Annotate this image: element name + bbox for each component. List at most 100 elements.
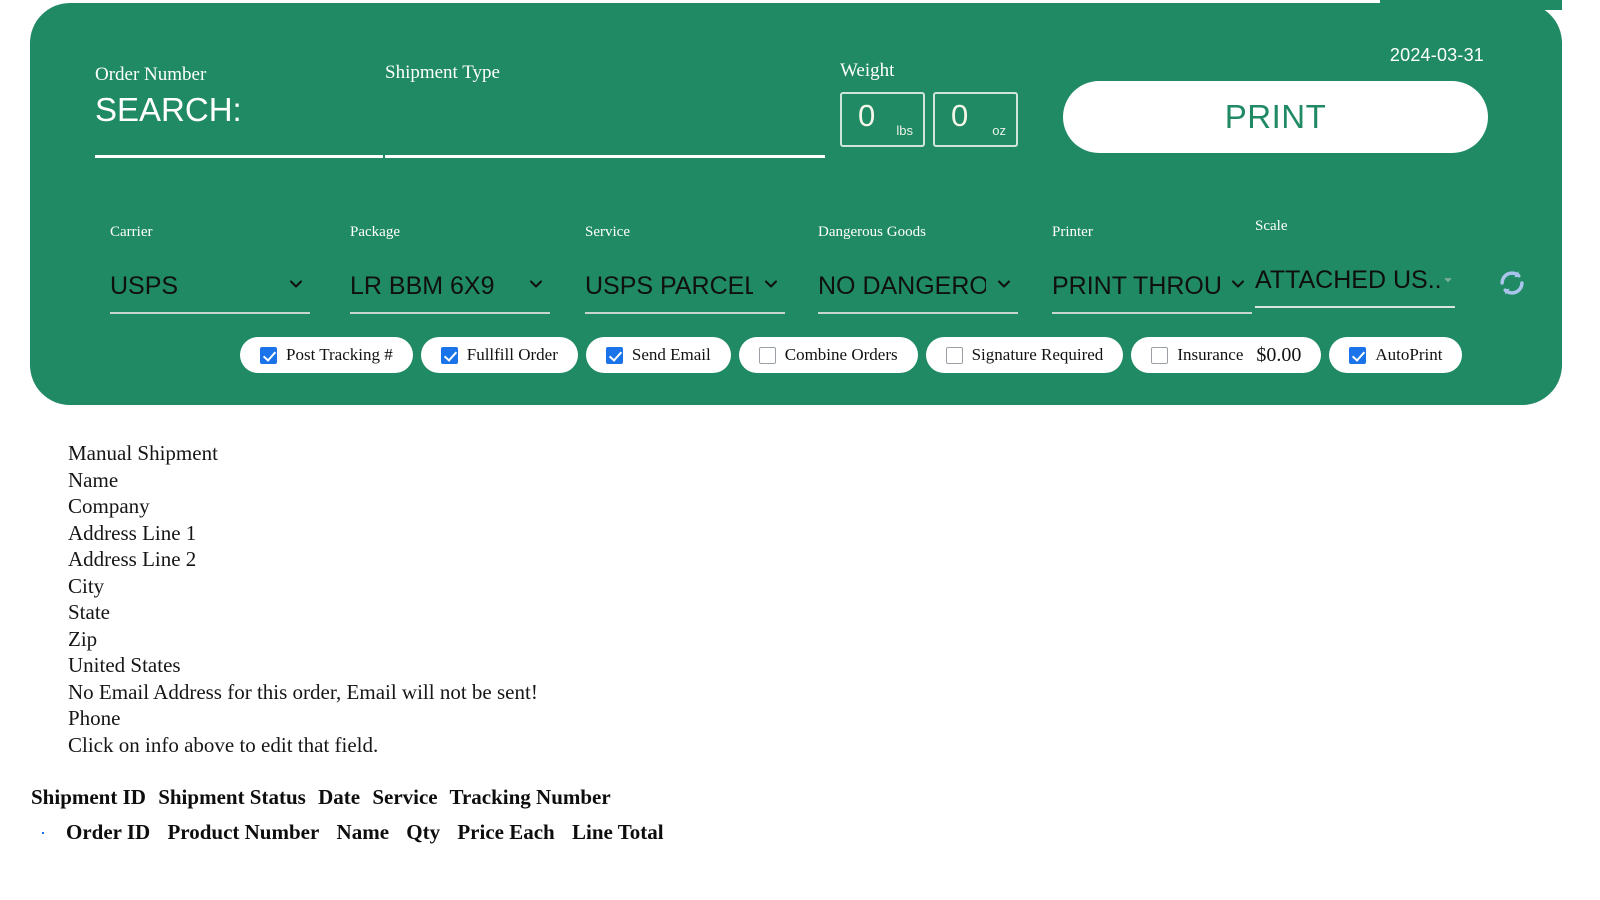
- service-dropdown-group: Service USPS PARCEL S: [585, 225, 785, 314]
- address-line[interactable]: Zip: [68, 626, 538, 653]
- order-number-underline: [95, 155, 383, 158]
- address-line[interactable]: Manual Shipment: [68, 440, 538, 467]
- dangerous-goods-label: Dangerous Goods: [818, 224, 926, 240]
- option-label: Insurance: [1177, 345, 1244, 364]
- chevron-down-small-icon: [1441, 273, 1457, 289]
- scale-value: ATTACHED US...: [1255, 266, 1441, 294]
- option-signature-required[interactable]: Signature Required: [925, 337, 1124, 373]
- weight-lbs-input[interactable]: 0 lbs: [840, 92, 925, 147]
- checkbox-checked-icon[interactable]: [605, 346, 623, 364]
- carrier-dropdown-group: Carrier USPS: [110, 224, 310, 314]
- options-pill-row: Post Tracking # Fullfill Order Send Emai…: [240, 337, 1463, 373]
- shipment-type-field[interactable]: Shipment Type: [385, 63, 825, 90]
- weight-oz-value: 0: [951, 98, 969, 133]
- address-line[interactable]: United States: [68, 652, 538, 679]
- option-post-tracking[interactable]: Post Tracking #: [240, 337, 413, 373]
- weight-oz-input[interactable]: 0 oz: [933, 92, 1018, 147]
- package-dropdown-group: Package LR BBM 6X9: [350, 224, 550, 314]
- printer-label: Printer: [1052, 224, 1093, 240]
- weight-lbs-value: 0: [858, 98, 876, 133]
- option-label: Signature Required: [971, 345, 1104, 364]
- column-header-date: Date: [318, 785, 361, 809]
- option-fullfill-order[interactable]: Fullfill Order: [420, 337, 578, 373]
- lineitem-table-header: Order ID Product Number Name Qty Price E…: [42, 820, 676, 845]
- order-number-label: Order Number: [95, 64, 207, 85]
- checkbox-unchecked-icon[interactable]: [1151, 346, 1169, 364]
- address-line[interactable]: Phone: [68, 705, 538, 732]
- option-label: Send Email: [631, 345, 711, 364]
- scale-dropdown-group: Scale ATTACHED US...: [1255, 218, 1457, 308]
- weight-oz-unit: oz: [992, 123, 1006, 138]
- column-header-price-each: Price Each: [457, 820, 555, 844]
- dropdown-row: Carrier USPS Package LR BBM 6X9 Service: [30, 219, 1562, 320]
- address-line[interactable]: State: [68, 599, 538, 626]
- service-value: USPS PARCEL S: [585, 272, 753, 300]
- chevron-down-icon: [1230, 276, 1246, 292]
- order-number-field[interactable]: Order Number SEARCH:: [95, 65, 385, 128]
- shipment-address-block: Manual Shipment Name Company Address Lin…: [68, 440, 538, 758]
- refresh-scale-icon[interactable]: [1498, 269, 1526, 297]
- date-stamp: 2024-03-31: [1389, 45, 1484, 65]
- service-underline: [585, 312, 785, 314]
- chevron-down-icon: [528, 276, 544, 292]
- carrier-value: USPS: [110, 272, 179, 300]
- shipment-type-label: Shipment Type: [385, 62, 500, 83]
- dangerous-goods-underline: [818, 312, 1018, 314]
- weight-field-group: Weight 0 lbs 0 oz: [840, 61, 1018, 147]
- dangerous-goods-dropdown-group: Dangerous Goods NO DANGEROUS: [818, 224, 1018, 314]
- checkbox-checked-icon[interactable]: [440, 346, 458, 364]
- dangerous-goods-dropdown[interactable]: NO DANGEROUS: [818, 270, 1018, 314]
- scale-label: Scale: [1255, 218, 1288, 234]
- option-label: AutoPrint: [1375, 345, 1443, 364]
- order-number-value: SEARCH:: [95, 91, 242, 128]
- checkbox-unchecked-icon[interactable]: [758, 346, 776, 364]
- select-all-checkbox[interactable]: [42, 831, 44, 834]
- shipment-table-header: Shipment ID Shipment Status Date Service…: [31, 785, 618, 810]
- printer-dropdown[interactable]: PRINT THROUGH: [1052, 270, 1252, 314]
- option-combine-orders[interactable]: Combine Orders: [738, 337, 918, 373]
- address-line[interactable]: Address Line 2: [68, 546, 538, 573]
- email-warning-text: No Email Address for this order, Email w…: [68, 679, 538, 704]
- address-line[interactable]: City: [68, 573, 538, 600]
- carrier-label: Carrier: [110, 224, 153, 240]
- carrier-underline: [110, 312, 310, 314]
- address-line[interactable]: Name: [68, 467, 538, 494]
- package-underline: [350, 312, 550, 314]
- checkbox-checked-icon[interactable]: [260, 346, 277, 364]
- package-label: Package: [350, 224, 400, 240]
- package-value: LR BBM 6X9: [350, 272, 495, 300]
- scale-dropdown[interactable]: ATTACHED US...: [1255, 264, 1457, 308]
- weight-lbs-unit: lbs: [896, 123, 913, 138]
- service-dropdown[interactable]: USPS PARCEL S: [585, 270, 785, 314]
- option-label: Fullfill Order: [466, 345, 558, 364]
- address-line[interactable]: Company: [68, 493, 538, 520]
- weight-label: Weight: [840, 60, 895, 81]
- carrier-dropdown[interactable]: USPS: [110, 270, 310, 314]
- checkbox-unchecked-icon[interactable]: [945, 346, 963, 364]
- shipping-header-card: 2024-03-31 Order Number SEARCH: Shipment…: [30, 3, 1562, 405]
- column-header-tracking-number: Tracking Number: [449, 785, 611, 809]
- column-header-product-number: Product Number: [167, 820, 320, 844]
- option-label: Post Tracking #: [286, 345, 393, 364]
- option-send-email[interactable]: Send Email: [585, 337, 731, 373]
- column-header-shipment-status: Shipment Status: [158, 785, 306, 809]
- chevron-down-icon: [996, 276, 1012, 292]
- address-line[interactable]: Address Line 1: [68, 520, 538, 547]
- printer-underline: [1052, 312, 1252, 314]
- checkbox-checked-icon[interactable]: [1349, 346, 1367, 364]
- lineitem-column-headers: Order ID Product Number Name Qty Price E…: [66, 820, 676, 845]
- option-autoprint[interactable]: AutoPrint: [1329, 337, 1463, 373]
- chevron-down-icon: [288, 276, 304, 292]
- print-button[interactable]: PRINT: [1063, 81, 1488, 153]
- printer-value: PRINT THROUGH: [1052, 272, 1220, 300]
- column-header-qty: Qty: [406, 820, 441, 844]
- column-header-shipment-id: Shipment ID: [31, 785, 146, 809]
- column-header-order-id: Order ID: [66, 820, 151, 844]
- insurance-amount: $0.00: [1256, 343, 1302, 366]
- package-dropdown[interactable]: LR BBM 6X9: [350, 270, 550, 314]
- column-header-line-total: Line Total: [572, 820, 664, 844]
- option-insurance[interactable]: Insurance $0.00: [1131, 337, 1322, 373]
- printer-dropdown-group: Printer PRINT THROUGH: [1052, 224, 1252, 314]
- option-label: Combine Orders: [784, 345, 898, 364]
- column-header-service: Service: [372, 785, 438, 809]
